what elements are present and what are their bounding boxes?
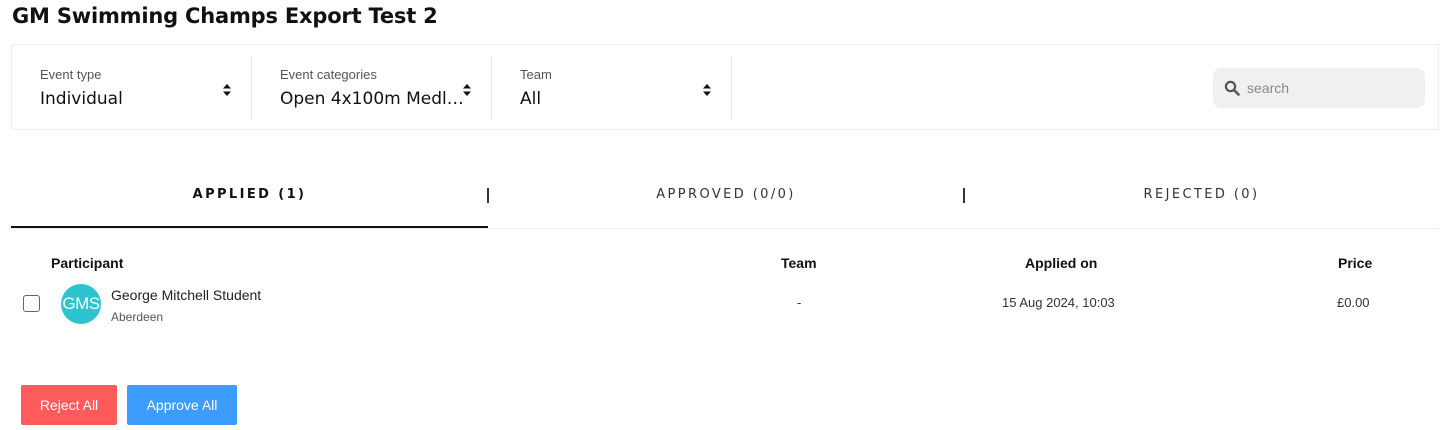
participant-club: Aberdeen (111, 310, 164, 324)
row-checkbox[interactable] (23, 295, 40, 312)
column-header-team: Team (781, 255, 817, 271)
participant-name: George Mitchell Student (111, 287, 262, 303)
tab-applied[interactable]: APPLIED (1) (11, 163, 488, 228)
search-box (1213, 68, 1425, 108)
event-categories-select[interactable]: Event categories Open 4x100m Medley (252, 57, 492, 119)
sort-icon (703, 84, 711, 96)
team-filter-label: Team (520, 67, 552, 82)
reject-all-button[interactable]: Reject All (21, 385, 117, 425)
filter-bar: Event type Individual Event categories O… (11, 44, 1439, 130)
tab-approved[interactable]: APPROVED (0/0) (488, 163, 964, 227)
column-header-participant: Participant (51, 255, 124, 271)
tab-rejected[interactable]: REJECTED (0) (964, 163, 1439, 227)
event-categories-label: Event categories (280, 67, 377, 82)
event-type-value: Individual (40, 89, 123, 109)
column-header-price: Price (1338, 255, 1373, 271)
event-type-select[interactable]: Event type Individual (12, 57, 252, 119)
search-icon (1224, 80, 1240, 96)
page-title: GM Swimming Champs Export Test 2 (12, 4, 438, 28)
team-filter-value: All (520, 89, 542, 109)
applied-on-cell: 15 Aug 2024, 10:03 (1002, 295, 1115, 310)
sort-icon (223, 84, 231, 96)
event-categories-value: Open 4x100m Medley (280, 89, 465, 109)
avatar: GMS (61, 284, 101, 324)
approve-all-button[interactable]: Approve All (127, 385, 237, 425)
column-header-applied-on: Applied on (1025, 255, 1098, 271)
search-input[interactable] (1247, 76, 1415, 100)
sort-icon (463, 84, 471, 96)
team-select[interactable]: Team All (492, 57, 732, 119)
team-cell: - (797, 295, 802, 310)
price-cell: £0.00 (1337, 295, 1370, 310)
status-tabs: APPLIED (1) APPROVED (0/0) REJECTED (0) (11, 163, 1439, 229)
event-type-label: Event type (40, 67, 102, 82)
